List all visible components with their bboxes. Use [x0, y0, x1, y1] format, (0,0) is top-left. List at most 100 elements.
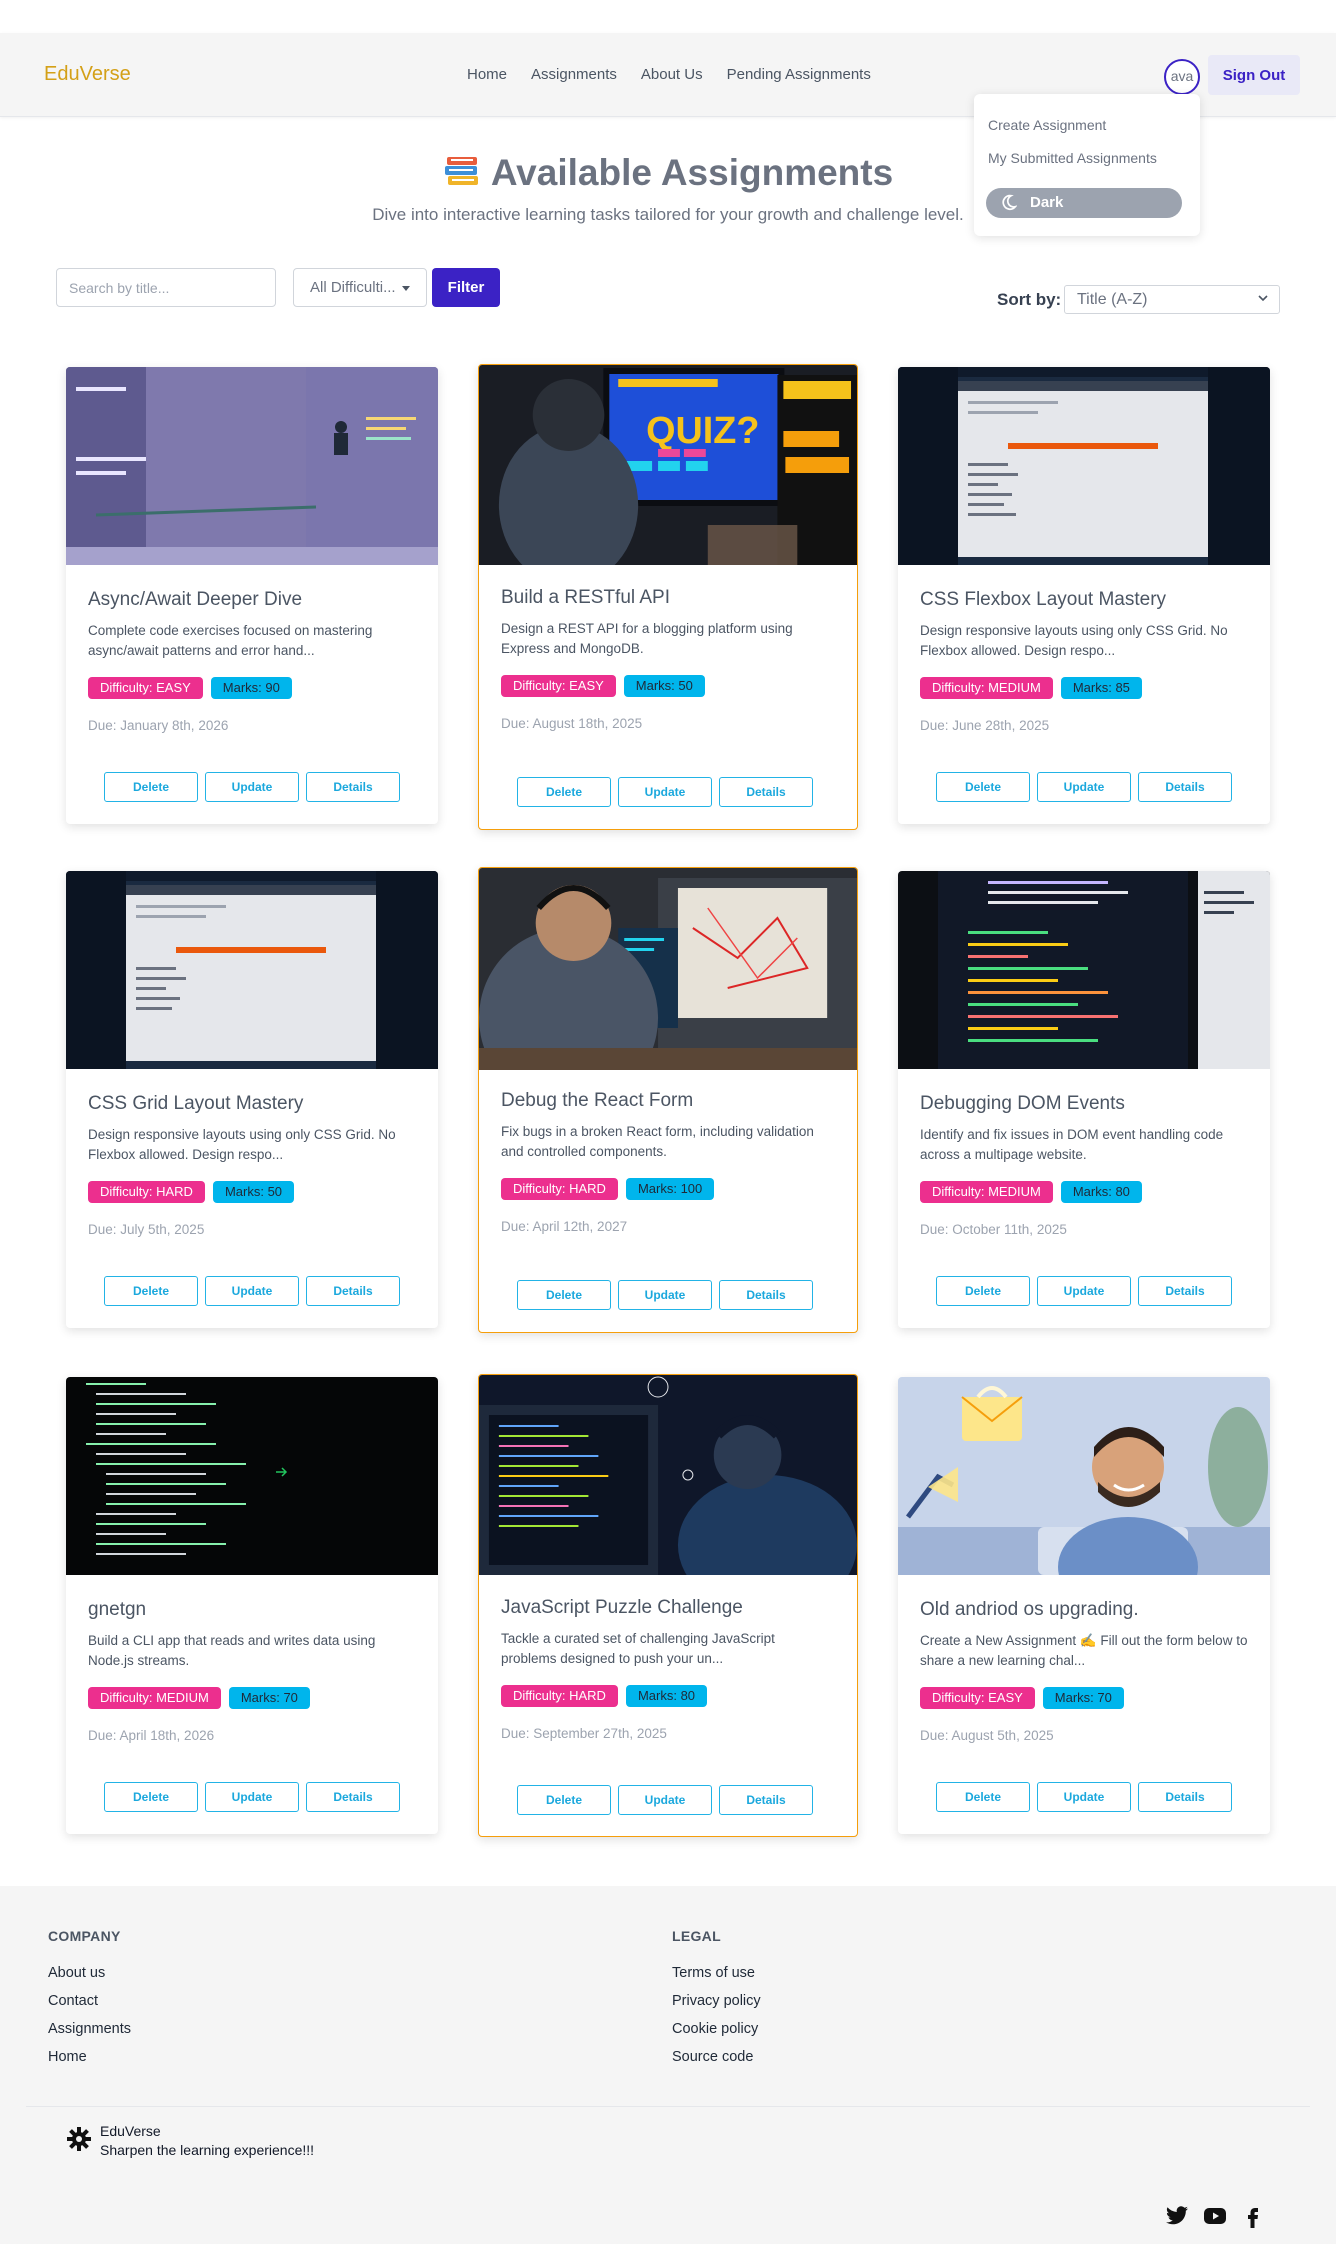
- difficulty-badge: Difficulty: EASY: [88, 677, 203, 699]
- card-thumbnail: [898, 871, 1270, 1069]
- developer-night-image: [479, 1375, 857, 1575]
- details-button[interactable]: Details: [306, 1276, 400, 1306]
- marks-badge: Marks: 85: [1060, 677, 1142, 699]
- menu-create-assignment[interactable]: Create Assignment: [988, 117, 1106, 133]
- footer-link-about-us[interactable]: About us: [48, 1965, 105, 1981]
- footer-link-privacy[interactable]: Privacy policy: [672, 1993, 761, 2009]
- footer-link-home[interactable]: Home: [48, 2049, 87, 2065]
- card-actions: Delete Update Details: [104, 1276, 400, 1306]
- card-thumbnail: [898, 1377, 1270, 1575]
- delete-button[interactable]: Delete: [517, 1785, 611, 1815]
- due-date: Due: August 18th, 2025: [501, 716, 643, 731]
- filter-button[interactable]: Filter: [432, 268, 500, 307]
- card-title: JavaScript Puzzle Challenge: [501, 1597, 743, 1618]
- nav-pending-assignments[interactable]: Pending Assignments: [727, 66, 871, 83]
- card-actions: Delete Update Details: [936, 772, 1232, 802]
- avatar[interactable]: ava: [1164, 59, 1200, 95]
- card-thumbnail: [898, 367, 1270, 565]
- laptop-code-image: [898, 367, 1270, 565]
- card-thumbnail: [66, 871, 438, 1069]
- sign-out-button[interactable]: Sign Out: [1208, 55, 1300, 95]
- details-button[interactable]: Details: [306, 772, 400, 802]
- sort-select-value: Title (A-Z): [1077, 291, 1148, 308]
- card-description: Design a REST API for a blogging platfor…: [501, 621, 793, 656]
- update-button[interactable]: Update: [618, 1280, 712, 1310]
- card-actions: Delete Update Details: [104, 772, 400, 802]
- sort-select[interactable]: Title (A-Z): [1064, 285, 1280, 314]
- card-title: Debugging DOM Events: [920, 1093, 1125, 1114]
- footer-link-assignments[interactable]: Assignments: [48, 2021, 131, 2037]
- top-strip: [0, 0, 1336, 33]
- nav-home[interactable]: Home: [467, 66, 507, 83]
- moon-icon: [1002, 194, 1017, 211]
- marks-badge: Marks: 50: [623, 675, 705, 697]
- update-button[interactable]: Update: [205, 772, 299, 802]
- delete-button[interactable]: Delete: [936, 772, 1030, 802]
- card-thumbnail: [479, 1375, 857, 1575]
- assignment-card: Debug the React Form Fix bugs in a broke…: [478, 867, 858, 1333]
- details-button[interactable]: Details: [1138, 1276, 1232, 1306]
- update-button[interactable]: Update: [205, 1276, 299, 1306]
- sort-label: Sort by:: [997, 290, 1062, 309]
- nav-about-us[interactable]: About Us: [641, 66, 703, 83]
- delete-button[interactable]: Delete: [104, 1276, 198, 1306]
- card-badges: Difficulty: HARD Marks: 50: [88, 1181, 295, 1203]
- update-button[interactable]: Update: [618, 777, 712, 807]
- footer: COMPANY About us Contact Assignments Hom…: [0, 1886, 1336, 2244]
- footer-link-source-code[interactable]: Source code: [672, 2049, 753, 2065]
- brand-logo[interactable]: EduVerse: [44, 63, 131, 86]
- whiteboard-illustration: [66, 367, 438, 565]
- card-thumbnail: [66, 1377, 438, 1575]
- footer-link-cookie[interactable]: Cookie policy: [672, 2021, 758, 2037]
- quiz-text: QUIZ?: [646, 410, 759, 452]
- details-button[interactable]: Details: [1138, 772, 1232, 802]
- difficulty-badge: Difficulty: MEDIUM: [88, 1687, 221, 1709]
- card-description: Fix bugs in a broken React form, includi…: [501, 1124, 814, 1159]
- terminal-code-image: [66, 1377, 438, 1575]
- update-button[interactable]: Update: [1037, 1276, 1131, 1306]
- youtube-icon[interactable]: [1202, 2204, 1228, 2228]
- marks-badge: Marks: 100: [625, 1178, 715, 1200]
- card-title: Debug the React Form: [501, 1090, 694, 1111]
- difficulty-badge: Difficulty: MEDIUM: [920, 1181, 1053, 1203]
- facebook-icon[interactable]: [1240, 2204, 1266, 2228]
- update-button[interactable]: Update: [618, 1785, 712, 1815]
- delete-button[interactable]: Delete: [936, 1276, 1030, 1306]
- footer-link-terms[interactable]: Terms of use: [672, 1965, 755, 1981]
- difficulty-select-value: All Difficulti...: [310, 279, 396, 296]
- update-button[interactable]: Update: [1037, 772, 1131, 802]
- due-date: Due: April 18th, 2026: [88, 1728, 215, 1743]
- details-button[interactable]: Details: [719, 1785, 813, 1815]
- difficulty-select[interactable]: All Difficulti...: [293, 268, 427, 307]
- difficulty-badge: Difficulty: EASY: [501, 675, 616, 697]
- laptop-code-image: [66, 871, 438, 1069]
- delete-button[interactable]: Delete: [104, 772, 198, 802]
- search-input[interactable]: [56, 268, 276, 307]
- due-date: Due: August 5th, 2025: [920, 1728, 1054, 1743]
- quiz-monitor-image: QUIZ?: [479, 365, 857, 565]
- delete-button[interactable]: Delete: [104, 1782, 198, 1812]
- smiling-man-illustration: [898, 1377, 1270, 1575]
- footer-link-contact[interactable]: Contact: [48, 1993, 98, 2009]
- menu-my-submitted-assignments[interactable]: My Submitted Assignments: [988, 150, 1157, 166]
- card-badges: Difficulty: MEDIUM Marks: 80: [920, 1181, 1142, 1203]
- delete-button[interactable]: Delete: [517, 777, 611, 807]
- due-date: Due: October 11th, 2025: [920, 1222, 1067, 1237]
- marks-badge: Marks: 80: [625, 1685, 708, 1707]
- assignment-card: JavaScript Puzzle Challenge Tackle a cur…: [478, 1374, 858, 1837]
- twitter-icon[interactable]: [1164, 2204, 1190, 2228]
- theme-toggle[interactable]: Dark: [986, 188, 1182, 218]
- delete-button[interactable]: Delete: [517, 1280, 611, 1310]
- card-badges: Difficulty: EASY Marks: 70: [920, 1687, 1124, 1709]
- footer-brand: EduVerse: [100, 2123, 161, 2139]
- nav-assignments[interactable]: Assignments: [531, 66, 617, 83]
- delete-button[interactable]: Delete: [936, 1782, 1030, 1812]
- card-title: Async/Await Deeper Dive: [88, 589, 303, 610]
- update-button[interactable]: Update: [205, 1782, 299, 1812]
- details-button[interactable]: Details: [306, 1782, 400, 1812]
- user-menu-dropdown: Create Assignment My Submitted Assignmen…: [974, 94, 1200, 236]
- details-button[interactable]: Details: [719, 777, 813, 807]
- details-button[interactable]: Details: [719, 1280, 813, 1310]
- update-button[interactable]: Update: [1037, 1782, 1131, 1812]
- details-button[interactable]: Details: [1138, 1782, 1232, 1812]
